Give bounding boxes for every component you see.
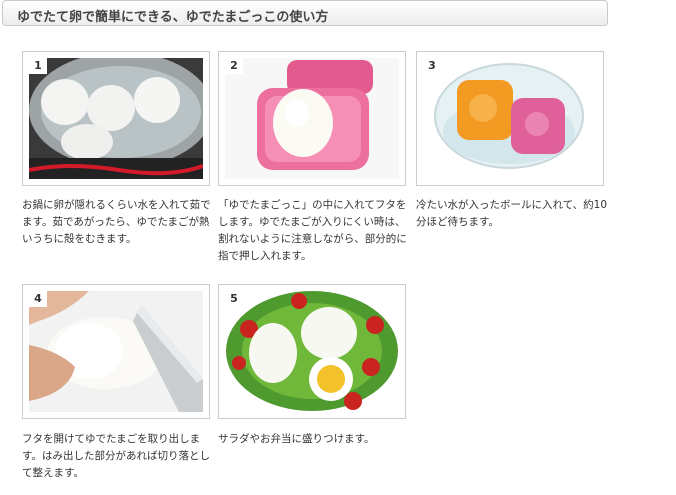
step-5-description: サラダやお弁当に盛りつけます。: [218, 433, 375, 445]
step-2-photo: [225, 58, 399, 179]
salad-with-shaped-eggs-image: [225, 291, 399, 412]
page-title: ゆでたて卵で簡単にできる、ゆでたまごっこの使い方: [17, 10, 329, 25]
step-5-photo: [225, 291, 399, 412]
step-3-number-badge: 3: [423, 58, 441, 74]
step-1-photo-frame: 1: [22, 51, 210, 186]
step-3-photo-frame: 3: [416, 51, 604, 186]
molds-in-water-image: [423, 58, 597, 179]
egg-in-mold-image: [225, 58, 399, 179]
step-4-number-badge: 4: [29, 291, 47, 307]
step-1-number-badge: 1: [29, 58, 47, 74]
step-1-description: お鍋に卵が隠れるくらい水を入れて茹でます。茹であがったら、ゆでたまごが熱いうちに…: [22, 199, 211, 245]
step-2-photo-frame: 2: [218, 51, 406, 186]
step-1-photo: [29, 58, 203, 179]
section-title-bar: ゆでたて卵で簡単にできる、ゆでたまごっこの使い方: [2, 0, 608, 26]
trimming-egg-image: [29, 291, 203, 412]
step-2-number-badge: 2: [225, 58, 243, 74]
step-3-photo: [423, 58, 597, 179]
boiling-eggs-image: [29, 58, 203, 179]
step-5-number-badge: 5: [225, 291, 243, 307]
step-4-description: フタを開けてゆでたまごを取り出します。はみ出した部分があれば切り落として整えます…: [22, 433, 210, 479]
step-2-description: 「ゆでたまごっこ」の中に入れてフタをします。ゆでたまごが入りにくい時は、割れない…: [218, 199, 407, 262]
step-4-photo-frame: 4: [22, 284, 210, 419]
step-5-photo-frame: 5: [218, 284, 406, 419]
step-4-photo: [29, 291, 203, 412]
step-3-description: 冷たい水が入ったボールに入れて、約10分ほど待ちます。: [416, 199, 608, 228]
